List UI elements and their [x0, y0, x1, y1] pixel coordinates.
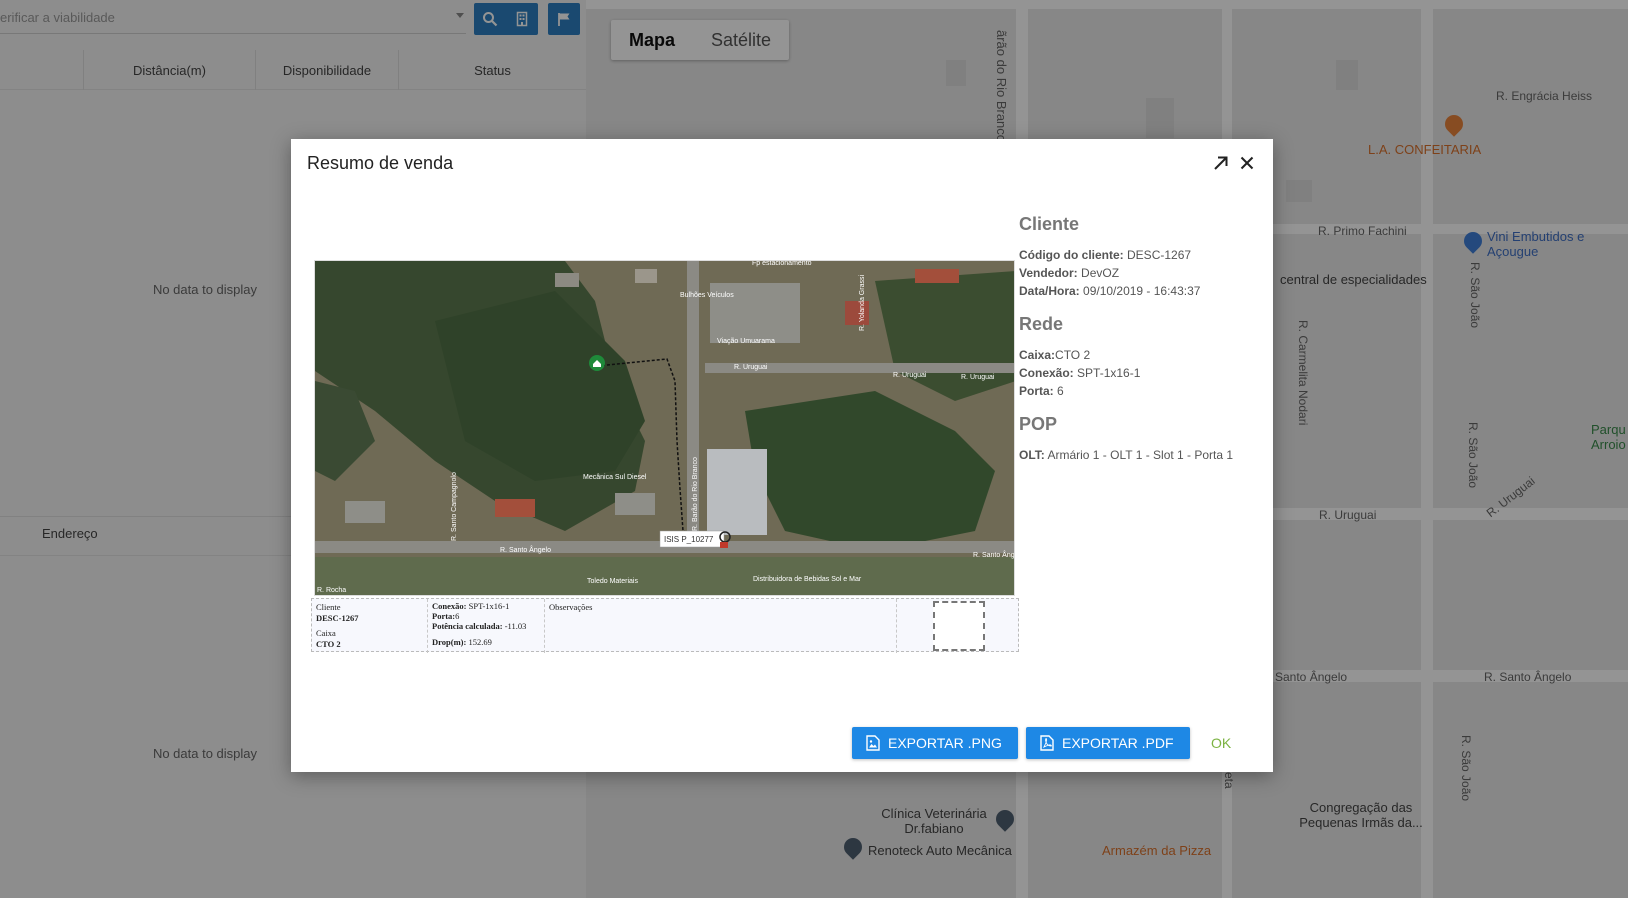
porta-label: Porta:: [1019, 384, 1054, 398]
sale-details: Cliente Código do cliente: DESC-1267 Ven…: [1019, 214, 1259, 467]
export-pdf-label: EXPORTAR .PDF: [1062, 735, 1174, 751]
dialog-title: Resumo de venda: [307, 153, 454, 173]
strip-conexao-label: Conexão:: [432, 601, 467, 611]
strip-potencia-value: -11.03: [504, 621, 527, 631]
heading-pop: POP: [1019, 414, 1058, 434]
strip-porta-label: Porta:: [432, 611, 456, 621]
map-label: Toledo Materiais: [587, 578, 638, 585]
map-label: Bulhões Veículos: [680, 292, 734, 299]
map-label: Fp estacionamento: [752, 261, 812, 267]
export-png-button[interactable]: EXPORTAR .PNG: [852, 727, 1018, 759]
codigo-value: DESC-1267: [1127, 248, 1192, 262]
arrow-up-right-icon[interactable]: [1211, 153, 1231, 173]
map-label: R. Uruguai: [893, 372, 927, 379]
map-label: R. Santo Campagnolo: [451, 472, 458, 541]
map-label: Mecânica Sul Diesel: [583, 474, 647, 481]
conexao-value: SPT-1x16-1: [1077, 366, 1141, 380]
caixa-label: Caixa:: [1019, 348, 1056, 362]
export-pdf-button[interactable]: EXPORTAR .PDF: [1026, 727, 1190, 759]
map-label: R. Barão do Rio Branco: [692, 457, 699, 531]
strip-drop-value: 152.69: [468, 637, 492, 647]
connection-cell: Conexão: SPT-1x16-1 Porta:6 Potência cal…: [428, 599, 545, 653]
map-label: R. Uruguai: [734, 364, 768, 371]
notes-cell: Observações: [545, 599, 897, 653]
satellite-map-image: Bulhões Veículos Viação Umuarama Mecânic…: [314, 260, 1015, 596]
codigo-label: Código do cliente:: [1019, 248, 1124, 262]
map-label: R. Santo Ângelo: [500, 545, 551, 554]
strip-cliente-label: Cliente: [316, 602, 341, 612]
vendedor-label: Vendedor:: [1019, 266, 1078, 280]
map-label: R. Santo Ânge: [973, 550, 1015, 559]
satellite-map-graphic: Bulhões Veículos Viação Umuarama Mecânic…: [315, 261, 1015, 595]
pdf-file-icon: [1040, 735, 1054, 751]
strip-observacoes: Observações: [549, 602, 593, 612]
strip-porta-value: 6: [455, 611, 460, 621]
close-icon[interactable]: [1237, 153, 1257, 173]
heading-cliente: Cliente: [1019, 214, 1080, 234]
data-label: Data/Hora:: [1019, 284, 1080, 298]
olt-label: OLT:: [1019, 448, 1045, 462]
map-label: Distribuidora de Bebidas Sol e Mar: [753, 576, 862, 583]
strip-cliente-value: DESC-1267: [316, 613, 359, 623]
data-value: 09/10/2019 - 16:43:37: [1083, 284, 1201, 298]
client-cell: Cliente DESC-1267 Caixa CTO 2: [312, 599, 428, 653]
caixa-value: CTO 2: [1055, 348, 1091, 362]
heading-rede: Rede: [1019, 314, 1064, 334]
export-png-label: EXPORTAR .PNG: [888, 735, 1002, 751]
olt-value: Armário 1 - OLT 1 - Slot 1 - Porta 1: [1047, 448, 1234, 462]
sale-summary-dialog: Resumo de venda Bulhões Veículos Viação …: [291, 139, 1273, 772]
map-label: Viação Umuarama: [717, 338, 775, 345]
sale-info-strip: Cliente DESC-1267 Caixa CTO 2 Conexão: S…: [311, 598, 1019, 653]
ok-button[interactable]: OK: [1201, 727, 1241, 759]
image-file-icon: [866, 735, 880, 751]
strip-caixa-label: Caixa: [316, 628, 336, 638]
strip-conexao-value: SPT-1x16-1: [468, 601, 510, 611]
conexao-label: Conexão:: [1019, 366, 1074, 380]
porta-value: 6: [1057, 384, 1064, 398]
marker-label: ISIS P_10277: [664, 535, 714, 544]
qr-code-placeholder: [933, 601, 985, 651]
strip-drop-label: Drop(m):: [432, 637, 467, 647]
strip-caixa-value: CTO 2: [316, 639, 341, 649]
map-label: R. Rocha: [317, 587, 346, 594]
vendedor-value: DevOZ: [1081, 266, 1120, 280]
strip-potencia-label: Potência calculada:: [432, 621, 503, 631]
map-label: R. Uruguai: [961, 374, 995, 381]
map-label: R. Yolanda Grassi: [859, 275, 866, 331]
